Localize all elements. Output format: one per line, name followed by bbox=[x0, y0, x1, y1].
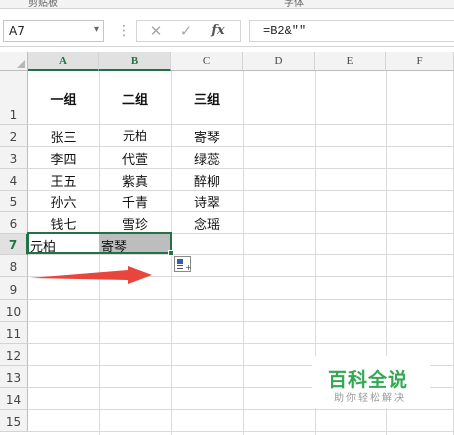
cell-c2[interactable]: 寄琴 bbox=[171, 127, 243, 146]
quick-analysis-icon[interactable]: + bbox=[174, 256, 192, 272]
red-arrow-icon bbox=[30, 266, 152, 284]
cell-a4[interactable]: 王五 bbox=[28, 171, 99, 190]
watermark: 百科全说 助你轻松解决 bbox=[312, 356, 430, 408]
row-header-12[interactable]: 12 bbox=[0, 344, 28, 366]
enter-icon[interactable]: ✓ bbox=[173, 22, 199, 40]
row-header-1[interactable]: 1 bbox=[0, 71, 28, 125]
cell-c6[interactable]: 念瑶 bbox=[171, 214, 243, 233]
formula-bar: A7 ▾ ⋮ ✕ ✓ fx =B2&"" bbox=[0, 9, 454, 47]
cell-b4[interactable]: 紫真 bbox=[99, 171, 171, 190]
cell-b3[interactable]: 代萱 bbox=[99, 149, 171, 168]
watermark-subtitle: 助你轻松解决 bbox=[334, 393, 406, 404]
chevron-down-icon[interactable]: ▾ bbox=[94, 24, 99, 35]
column-header-e[interactable]: E bbox=[315, 52, 386, 71]
column-header-a[interactable]: A bbox=[28, 52, 99, 71]
row-header-10[interactable]: 10 bbox=[0, 300, 28, 322]
row-header-11[interactable]: 11 bbox=[0, 322, 28, 344]
column-header-f[interactable]: F bbox=[386, 52, 454, 71]
ribbon-clipboard-label: 剪贴板 bbox=[28, 0, 58, 9]
cell-b2[interactable]: 元柏 bbox=[99, 127, 171, 144]
cell-b5[interactable]: 千青 bbox=[99, 192, 171, 211]
row-header-7[interactable]: 7 bbox=[0, 234, 28, 255]
cell-a2[interactable]: 张三 bbox=[28, 127, 99, 146]
cell-a3[interactable]: 李四 bbox=[28, 149, 99, 168]
cell-c1[interactable]: 三组 bbox=[171, 89, 243, 108]
watermark-title: 百科全说 bbox=[328, 369, 409, 391]
cell-c3[interactable]: 绿蕊 bbox=[171, 149, 243, 168]
select-all-button[interactable] bbox=[0, 52, 28, 71]
column-header-b[interactable]: B bbox=[99, 52, 171, 71]
ribbon-font-label: 字体 bbox=[284, 0, 304, 9]
row-header-14[interactable]: 14 bbox=[0, 388, 28, 410]
cell-c4[interactable]: 醉柳 bbox=[171, 171, 243, 190]
cancel-icon[interactable]: ✕ bbox=[143, 22, 169, 40]
select-all-icon bbox=[17, 60, 25, 68]
name-box[interactable]: A7 ▾ bbox=[3, 20, 104, 42]
selection-border bbox=[27, 232, 172, 254]
cell-a5[interactable]: 孙六 bbox=[28, 192, 99, 211]
column-header-d[interactable]: D bbox=[243, 52, 315, 71]
formula-text: =B2&"" bbox=[263, 24, 307, 38]
row-header-6[interactable]: 6 bbox=[0, 212, 28, 234]
cell-b1[interactable]: 二组 bbox=[99, 89, 171, 108]
row-header-2[interactable]: 2 bbox=[0, 125, 28, 147]
cell-a1[interactable]: 一组 bbox=[28, 89, 99, 108]
insert-function-icon[interactable]: fx bbox=[205, 23, 231, 41]
formula-input[interactable]: =B2&"" bbox=[249, 20, 454, 42]
row-header-9[interactable]: 9 bbox=[0, 277, 28, 300]
drag-handle-icon[interactable]: ⋮ bbox=[117, 23, 131, 39]
column-header-c[interactable]: C bbox=[171, 52, 243, 71]
cell-a6[interactable]: 钱七 bbox=[28, 214, 99, 233]
row-header-8[interactable]: 8 bbox=[0, 255, 28, 277]
name-box-value: A7 bbox=[9, 24, 25, 38]
row-header-4[interactable]: 4 bbox=[0, 169, 28, 191]
cell-b6[interactable]: 雪珍 bbox=[99, 214, 171, 233]
row-header-5[interactable]: 5 bbox=[0, 191, 28, 212]
ribbon-remnant: 剪贴板 字体 bbox=[0, 0, 454, 9]
row-header-15[interactable]: 15 bbox=[0, 410, 28, 432]
formula-buttons: ✕ ✓ fx bbox=[136, 20, 241, 42]
cell-c5[interactable]: 诗翠 bbox=[171, 192, 243, 211]
row-header-3[interactable]: 3 bbox=[0, 147, 28, 169]
row-header-13[interactable]: 13 bbox=[0, 366, 28, 388]
